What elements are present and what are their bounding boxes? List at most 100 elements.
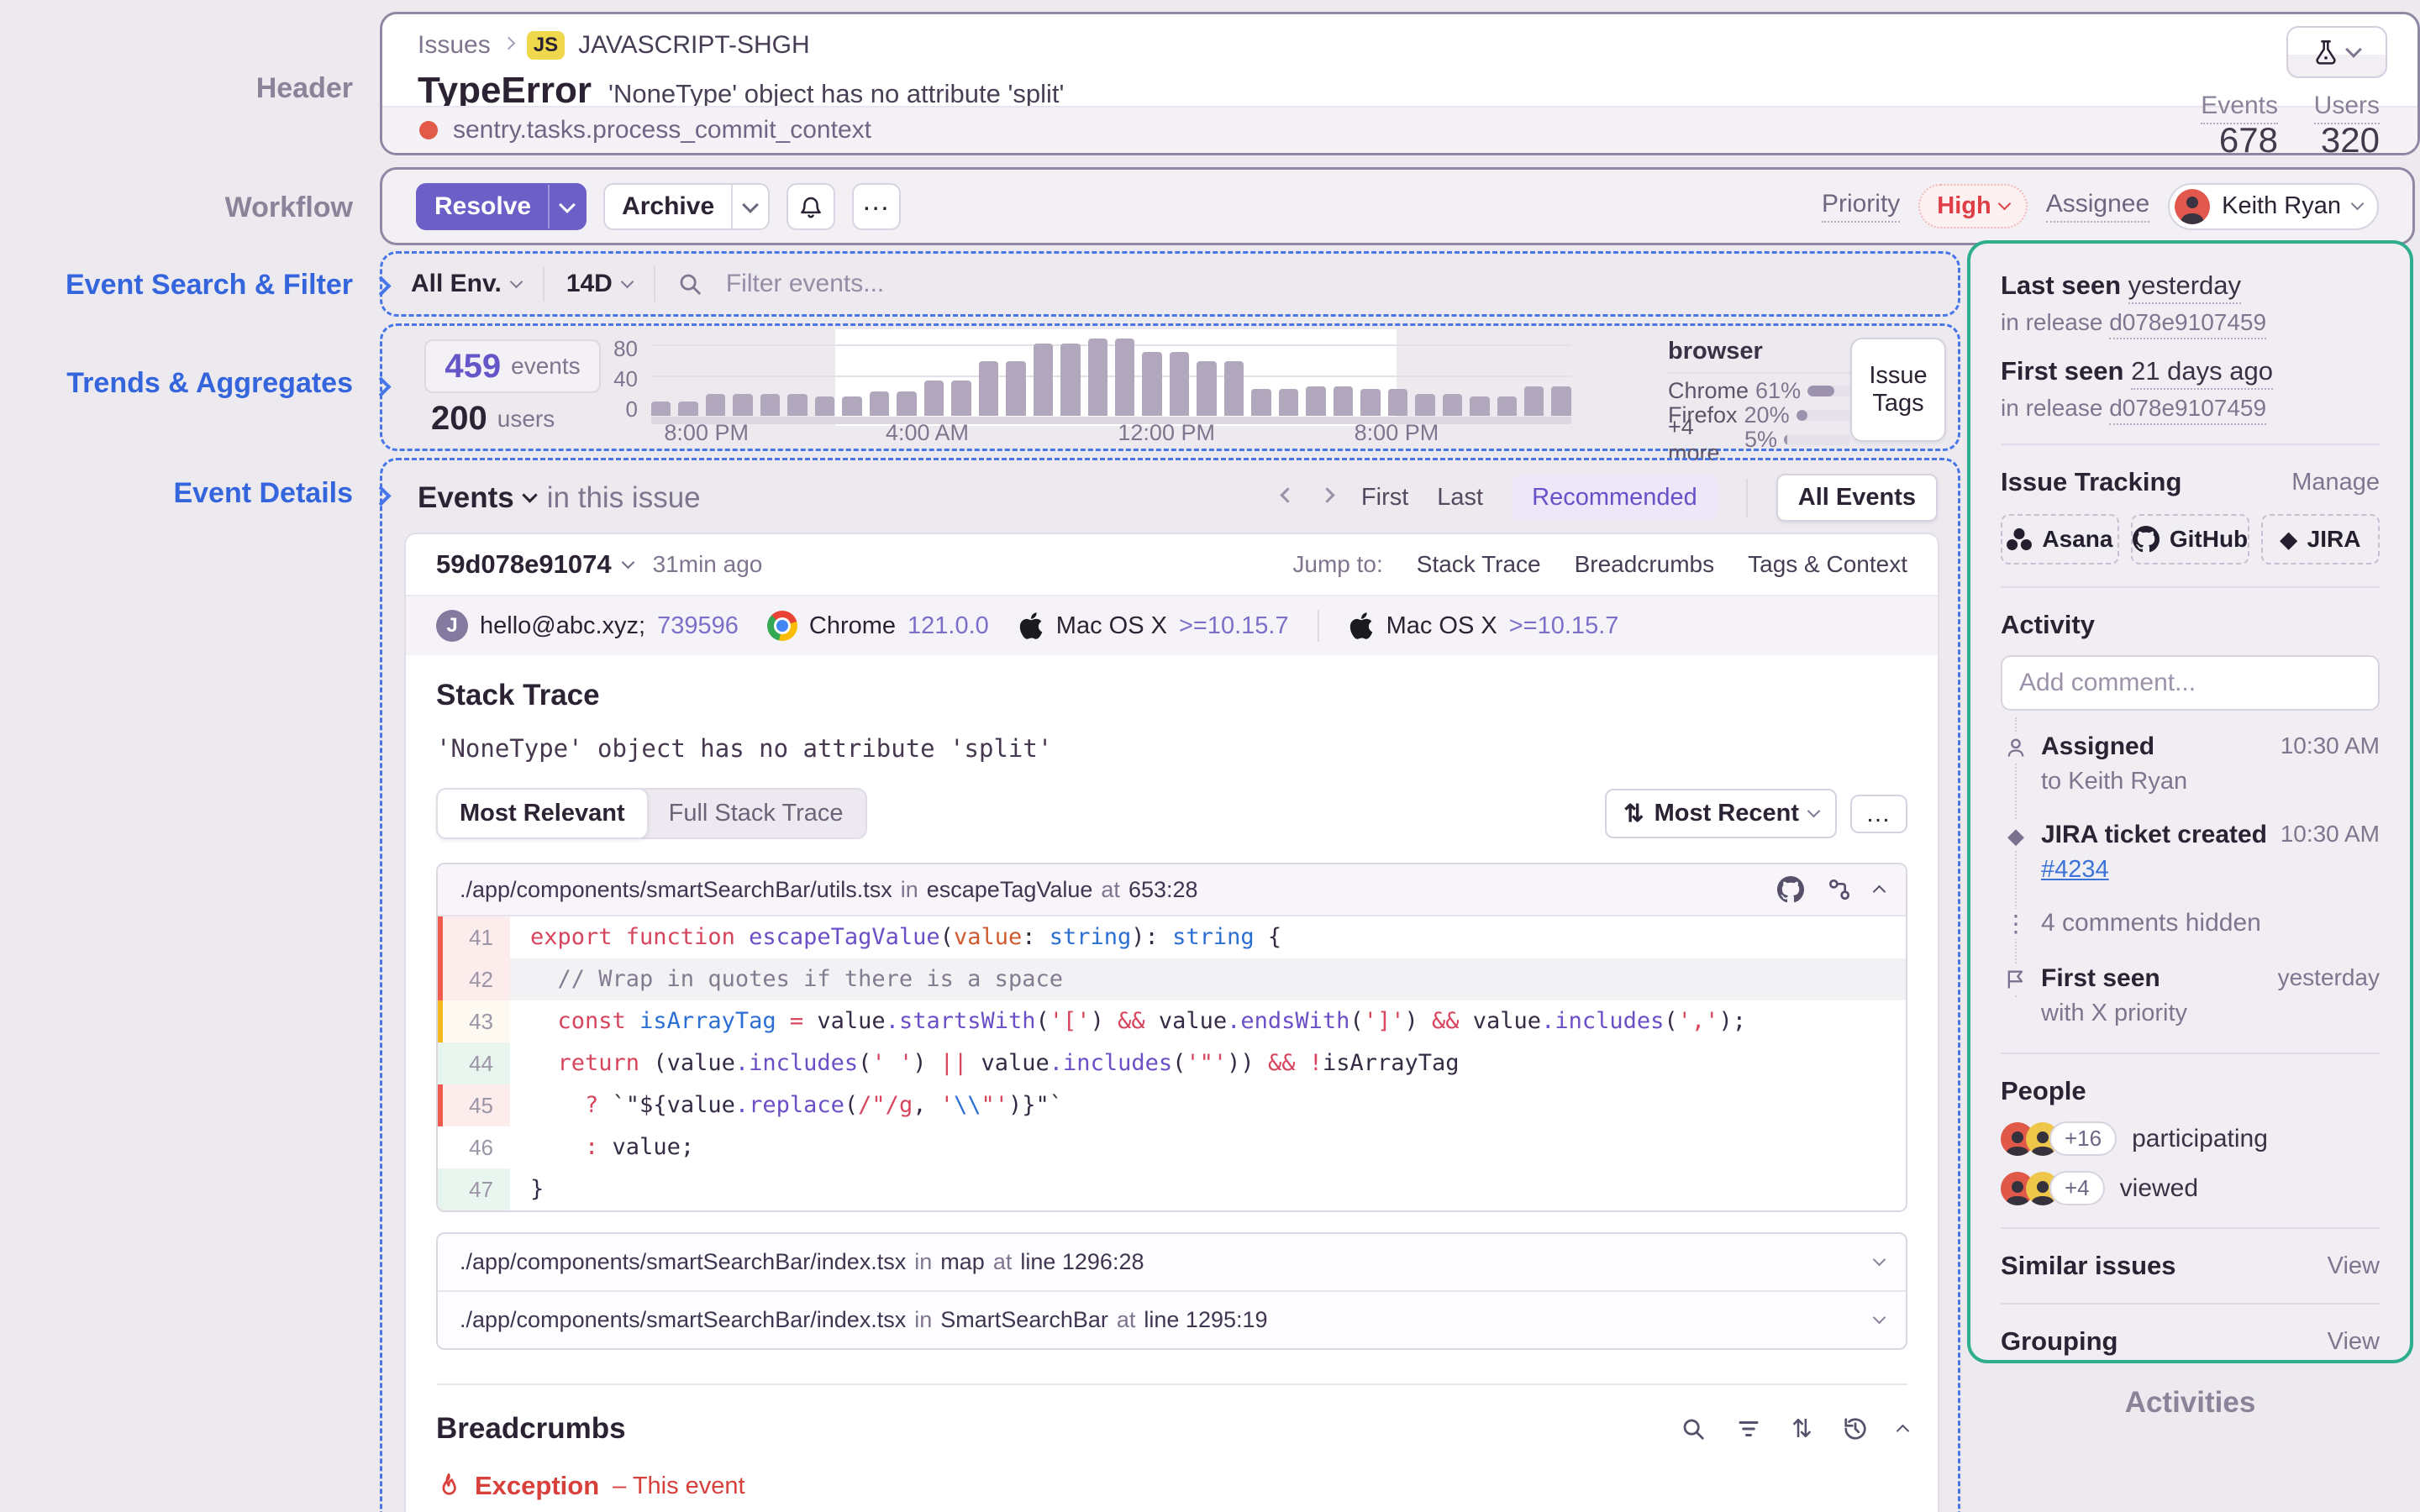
event-filter-bar: All Env. 14D [380,251,1960,317]
chart-bar [1306,386,1325,416]
ticket-link[interactable]: #4234 [2041,856,2281,884]
activity-item: First seen with X priority yesterday [2001,964,2380,1027]
stack-more-button[interactable]: … [1850,795,1907,833]
integration-asana-button[interactable]: Asana [2001,514,2119,564]
sort-order-select[interactable]: ⇅ Most Recent [1605,789,1837,838]
archive-button[interactable]: Archive [603,183,770,230]
chart-bar [706,394,725,416]
github-icon[interactable] [1777,876,1804,903]
experiment-button[interactable] [2286,26,2387,78]
first-event-button[interactable]: First [1361,484,1408,512]
priority-select[interactable]: High [1918,184,2027,228]
facet-bar [1797,410,1851,421]
tag-facet-row[interactable]: +4 more5% [1668,428,1851,452]
tag-facet-row[interactable]: Chrome61% [1668,379,1851,403]
recommended-toggle[interactable]: Recommended [1512,475,1718,520]
manage-link[interactable]: Manage [2291,469,2380,496]
assignee-select[interactable]: Keith Ryan [2168,183,2379,230]
assignee-label: Assignee [2046,190,2149,223]
release-link[interactable]: d078e9107459 [2109,395,2266,425]
collapse-frame-icon[interactable] [1873,885,1886,898]
sort-arrows-icon[interactable]: ⇅ [1791,1415,1812,1444]
last-seen-value[interactable]: yesterday [2128,270,2241,304]
flag-icon [2001,964,2031,995]
suspect-commit-icon[interactable] [1826,876,1853,903]
last-event-button[interactable]: Last [1437,484,1483,512]
resolve-button[interactable]: Resolve [416,183,587,230]
issue-tags-button[interactable]: Issue Tags [1850,338,1946,442]
similar-issues-view-link[interactable]: View [2328,1252,2380,1280]
date-range-select[interactable]: 14D [566,270,632,298]
code-line: 44 return (value.includes(' ') || value.… [438,1042,1906,1084]
events-stat-value: 678 [2152,120,2278,155]
expand-frame-icon[interactable] [1873,1253,1886,1267]
stack-frame-header[interactable]: ./app/components/smartSearchBar/utils.ts… [438,864,1906,916]
breadcrumb-issues-link[interactable]: Issues [418,31,491,60]
integration-jira-button[interactable]: ◆JIRA [2261,514,2380,564]
frame-function: escapeTagValue [927,877,1093,903]
expand-frame-icon[interactable] [1873,1311,1886,1325]
callout-arrow-icon [374,274,388,302]
chart-bar [1224,361,1244,416]
people-row[interactable]: +16 participating [2001,1121,2380,1156]
stack-frame-collapsed[interactable]: ./app/components/smartSearchBar/index.ts… [438,1290,1906,1348]
next-event-button[interactable] [1319,487,1334,502]
chart-bar [1006,361,1025,416]
events-dropdown[interactable]: Events [418,481,535,515]
integration-github-button[interactable]: GitHub [2131,514,2249,564]
all-events-button[interactable]: All Events [1776,474,1938,522]
event-time-ago: 31min ago [653,551,763,578]
chart-bar [870,391,889,416]
event-tag[interactable]: Chrome 121.0.0 [767,611,989,641]
search-icon[interactable] [1681,1416,1706,1441]
diamond-icon: ◆ [2001,821,2031,851]
resolve-label: Resolve [418,192,548,221]
breadcrumb: Issues JS JAVASCRIPT-SHGH [418,31,810,60]
more-actions-button[interactable]: … [852,183,901,230]
x-tick-label: 12:00 PM [1118,420,1215,446]
event-tag[interactable]: Mac OS X >=10.15.7 [1018,611,1289,641]
first-seen-value[interactable]: 21 days ago [2131,356,2273,390]
chart-bar [924,381,944,416]
first-seen-line: First seen 21 days ago [2001,356,2380,386]
replay-history-icon[interactable] [1843,1416,1868,1441]
flame-icon [436,1473,461,1499]
event-id-dropdown[interactable]: 59d078e91074 [436,549,633,580]
stack-frame-expanded: ./app/components/smartSearchBar/utils.ts… [436,863,1907,1212]
grouping-view-link[interactable]: View [2328,1328,2380,1356]
jump-link[interactable]: Stack Trace [1417,551,1541,578]
trend-events-count: 459 [445,348,501,386]
source-code: 41 export function escapeTagValue(value:… [438,916,1906,1210]
tag-facets-panel: browser Chrome61% Firefox20% +4 more5% [1668,338,1851,452]
chevron-down-icon [742,197,759,213]
tag-key: hello@abc.xyz; [480,612,645,640]
environment-select[interactable]: All Env. [411,270,521,298]
subscribe-button[interactable] [786,183,835,230]
chart-bar [651,402,671,416]
chart-bar [1388,389,1407,416]
chart-bar [897,391,916,416]
callout-arrow-icon [1967,370,1975,397]
filter-icon[interactable] [1736,1416,1761,1441]
tab-most-relevant[interactable]: Most Relevant [436,788,649,839]
breadcrumb-chevron-icon [502,36,515,50]
stack-trace-message: 'NoneType' object has no attribute 'spli… [436,734,1907,763]
events-bar-chart[interactable] [651,334,1571,416]
collapse-section-icon[interactable] [1897,1424,1910,1437]
people-row[interactable]: +4 viewed [2001,1171,2380,1205]
event-tag[interactable]: Mac OS X >=10.15.7 [1348,611,1619,641]
search-input[interactable] [724,269,1232,299]
tab-full-stack-trace[interactable]: Full Stack Trace [647,790,865,837]
tag-value: 739596 [657,612,739,640]
code-line: 41 export function escapeTagValue(value:… [438,916,1906,958]
comment-input[interactable] [2001,655,2380,711]
breadcrumb-project[interactable]: JAVASCRIPT-SHGH [578,31,810,60]
event-tag[interactable]: J hello@abc.xyz; 739596 [436,610,739,642]
prev-event-button[interactable] [1280,487,1295,502]
issue-header-panel: Issues JS JAVASCRIPT-SHGH TypeError 'Non… [380,12,2420,155]
jump-link[interactable]: Breadcrumbs [1575,551,1715,578]
assignee-avatar [2175,189,2210,224]
stack-frame-collapsed[interactable]: ./app/components/smartSearchBar/index.ts… [438,1234,1906,1290]
release-link[interactable]: d078e9107459 [2109,309,2266,339]
jump-link[interactable]: Tags & Context [1748,551,1907,578]
